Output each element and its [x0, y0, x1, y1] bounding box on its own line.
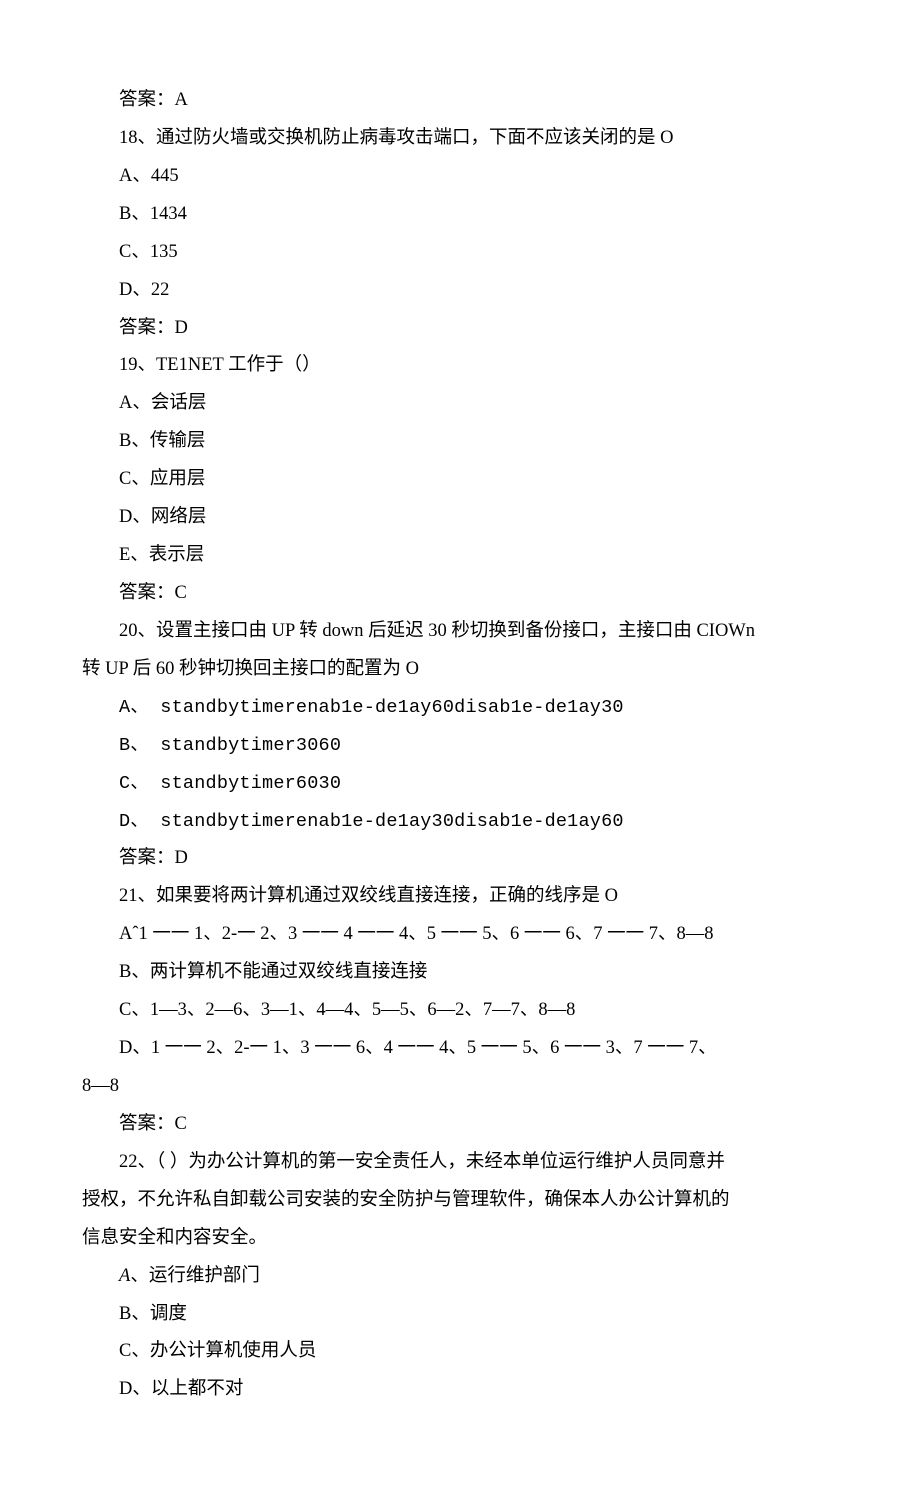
text-line: E、表示层 — [82, 537, 838, 575]
text-line: 8—8 — [82, 1068, 838, 1106]
document-page: 答案：A18、通过防火墙或交换机防止病毒攻击端口，下面不应该关闭的是 OA、44… — [0, 0, 920, 1491]
text-line: D、 standbytimerenab1e-de1ay30disab1e-de1… — [82, 803, 838, 841]
text-line: C、135 — [82, 234, 838, 272]
text-line: 授权，不允许私自卸载公司安装的安全防护与管理软件，确保本人办公计算机的 — [82, 1182, 838, 1220]
text-line: 答案：C — [82, 575, 838, 613]
text-line: Aˆ1 一一 1、2-一 2、3 一一 4 一一 4、5 一一 5、6 一一 6… — [82, 916, 838, 954]
text-line: A、 standbytimerenab1e-de1ay60disab1e-de1… — [82, 689, 838, 727]
text-line: A、会话层 — [82, 385, 838, 423]
text-line: C、应用层 — [82, 461, 838, 499]
text-line: 18、通过防火墙或交换机防止病毒攻击端口，下面不应该关闭的是 O — [82, 120, 838, 158]
text-line: B、两计算机不能通过双绞线直接连接 — [82, 954, 838, 992]
text-line: C、办公计算机使用人员 — [82, 1333, 838, 1371]
text-line: D、1 一一 2、2-一 1、3 一一 6、4 一一 4、5 一一 5、6 一一… — [82, 1030, 838, 1068]
text-line: 答案：D — [82, 310, 838, 348]
text-line: 答案：D — [82, 840, 838, 878]
text-line: A、运行维护部门 — [82, 1258, 838, 1296]
text-line: 转 UP 后 60 秒钟切换回主接口的配置为 O — [82, 651, 838, 689]
italic-letter: A — [119, 1266, 130, 1286]
text-line: 信息安全和内容安全。 — [82, 1220, 838, 1258]
text-line: C、1—3、2—6、3—1、4—4、5—5、6—2、7—7、8—8 — [82, 992, 838, 1030]
text-line: 19、TE1NET 工作于（） — [82, 347, 838, 385]
text-line: D、网络层 — [82, 499, 838, 537]
text-line: 20、设置主接口由 UP 转 down 后延迟 30 秒切换到备份接口，主接口由… — [82, 613, 838, 651]
text-line: 答案：A — [82, 82, 838, 120]
text-line: B、1434 — [82, 196, 838, 234]
text-line: B、 standbytimer3060 — [82, 727, 838, 765]
text-line: D、22 — [82, 272, 838, 310]
document-body: 答案：A18、通过防火墙或交换机防止病毒攻击端口，下面不应该关闭的是 OA、44… — [82, 82, 838, 1409]
text-line: C、 standbytimer6030 — [82, 765, 838, 803]
text-line: 21、如果要将两计算机通过双绞线直接连接，正确的线序是 O — [82, 878, 838, 916]
text-line: B、传输层 — [82, 423, 838, 461]
text-line: B、调度 — [82, 1296, 838, 1334]
text-line: 22、（ ）为办公计算机的第一安全责任人，未经本单位运行维护人员同意并 — [82, 1144, 838, 1182]
text-line: 答案：C — [82, 1106, 838, 1144]
text-line: D、以上都不对 — [82, 1371, 838, 1409]
text-line: A、445 — [82, 158, 838, 196]
